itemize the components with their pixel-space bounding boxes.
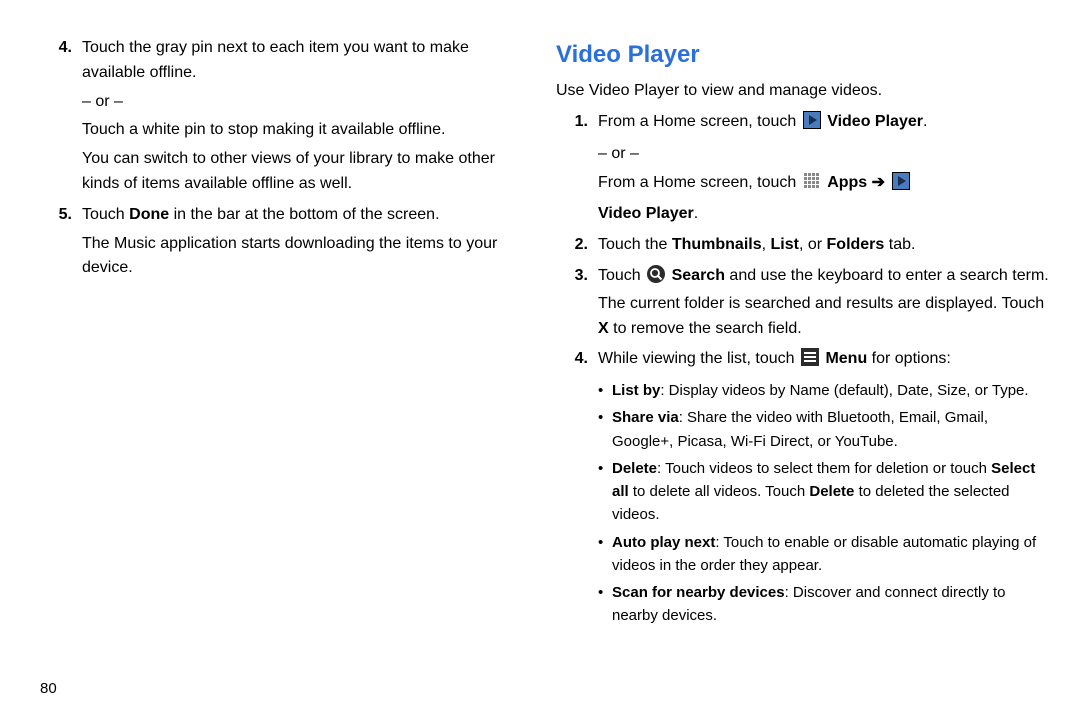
options-bullets: •List by: Display videos by Name (defaul… xyxy=(598,379,1052,628)
step-body: Touch Search and use the keyboard to ent… xyxy=(598,264,1052,345)
step-number: 3. xyxy=(556,264,598,345)
step-body: Touch the gray pin next to each item you… xyxy=(82,36,524,201)
video-player-label: Video Player xyxy=(598,205,694,222)
manual-page: 4. Touch the gray pin next to each item … xyxy=(0,0,1080,720)
right-list: 1. From a Home screen, touch Video Playe… xyxy=(556,110,1052,632)
bullet-label: Scan for nearby devices xyxy=(612,584,785,601)
bullet-label: Delete xyxy=(612,460,657,477)
bullet-text: to delete all videos. Touch xyxy=(629,483,810,500)
step-body: Touch the Thumbnails, List, or Folders t… xyxy=(598,233,1052,262)
text-part: While viewing the list, touch xyxy=(598,350,799,367)
search-label: Search xyxy=(672,267,725,284)
list-label: List xyxy=(771,236,799,253)
or-separator: – or – xyxy=(82,90,524,115)
text-part: to remove the search field. xyxy=(609,320,802,337)
text-part: Touch xyxy=(598,267,645,284)
text-part: , xyxy=(762,236,771,253)
text-part: Touch the xyxy=(598,236,672,253)
text-part: and use the keyboard to enter a search t… xyxy=(598,267,1049,312)
thumbnails-label: Thumbnails xyxy=(672,236,762,253)
x-label: X xyxy=(598,320,609,337)
step-body: Touch Done in the bar at the bottom of t… xyxy=(82,203,524,285)
left-list: 4. Touch the gray pin next to each item … xyxy=(40,36,524,285)
step-number: 1. xyxy=(556,110,598,231)
step-body: From a Home screen, touch Video Player. … xyxy=(598,110,1052,231)
right-item-4: 4. While viewing the list, touch Menu fo… xyxy=(556,347,1052,631)
list-item: •Share via: Share the video with Bluetoo… xyxy=(598,406,1052,453)
bullet-label: List by xyxy=(612,382,660,399)
right-item-2: 2. Touch the Thumbnails, List, or Folder… xyxy=(556,233,1052,262)
video-player-label: Video Player xyxy=(827,113,923,130)
bullet-dot: • xyxy=(598,457,612,527)
list-item: •Delete: Touch videos to select them for… xyxy=(598,457,1052,527)
text-part: . xyxy=(923,113,927,130)
page-number: 80 xyxy=(40,677,57,700)
list-item: •Auto play next: Touch to enable or disa… xyxy=(598,531,1052,578)
intro-text: Use Video Player to view and manage vide… xyxy=(556,79,1052,104)
text: From a Home screen, touch Video Player. xyxy=(598,110,1052,138)
text-part: for options: xyxy=(867,350,951,367)
list-item: •Scan for nearby devices: Discover and c… xyxy=(598,581,1052,628)
left-item-4: 4. Touch the gray pin next to each item … xyxy=(40,36,524,201)
section-heading: Video Player xyxy=(556,36,1052,73)
bullet-dot: • xyxy=(598,406,612,453)
left-item-5: 5. Touch Done in the bar at the bottom o… xyxy=(40,203,524,285)
video-player-icon xyxy=(892,172,910,199)
apps-icon xyxy=(803,172,821,199)
text: While viewing the list, touch Menu for o… xyxy=(598,347,1052,375)
step-number: 4. xyxy=(556,347,598,631)
step-body: While viewing the list, touch Menu for o… xyxy=(598,347,1052,631)
text: Touch Search and use the keyboard to ent… xyxy=(598,264,1052,341)
video-player-icon xyxy=(803,111,821,138)
bullet-text: : Touch videos to select them for deleti… xyxy=(657,460,991,477)
bullet-label: Delete xyxy=(809,483,854,500)
right-item-3: 3. Touch Search and use the keyboard to … xyxy=(556,264,1052,345)
text: You can switch to other views of your li… xyxy=(82,147,524,197)
step-number: 4. xyxy=(40,36,82,201)
folders-label: Folders xyxy=(827,236,885,253)
done-label: Done xyxy=(129,206,169,223)
right-column: Video Player Use Video Player to view an… xyxy=(546,36,1052,700)
text-part: in the bar at the bottom of the screen. xyxy=(169,206,439,223)
left-column: 4. Touch the gray pin next to each item … xyxy=(40,36,546,700)
text-part: tab. xyxy=(884,236,915,253)
list-item: •List by: Display videos by Name (defaul… xyxy=(598,379,1052,402)
arrow-icon: ➔ xyxy=(867,174,889,191)
text: Touch the Thumbnails, List, or Folders t… xyxy=(598,233,1052,258)
bullet-text: : Display videos by Name (default), Date… xyxy=(660,382,1028,399)
bullet-dot: • xyxy=(598,581,612,628)
step-number: 5. xyxy=(40,203,82,285)
step-number: 2. xyxy=(556,233,598,262)
bullet-dot: • xyxy=(598,531,612,578)
text: Touch a white pin to stop making it avai… xyxy=(82,118,524,143)
text-part: Touch xyxy=(82,206,129,223)
text: From a Home screen, touch Apps ➔ xyxy=(598,171,1052,199)
right-item-1: 1. From a Home screen, touch Video Playe… xyxy=(556,110,1052,231)
text: Touch Done in the bar at the bottom of t… xyxy=(82,203,524,228)
text-part: . xyxy=(694,205,698,222)
text-part: From a Home screen, touch xyxy=(598,174,801,191)
text: Video Player. xyxy=(598,202,1052,227)
menu-label: Menu xyxy=(825,350,867,367)
text-part: From a Home screen, touch xyxy=(598,113,801,130)
bullet-dot: • xyxy=(598,379,612,402)
apps-label: Apps xyxy=(827,174,867,191)
bullet-label: Share via xyxy=(612,409,679,426)
text: Touch the gray pin next to each item you… xyxy=(82,36,524,86)
or-separator: – or – xyxy=(598,142,1052,167)
search-icon xyxy=(647,265,665,292)
text-part: , or xyxy=(799,236,827,253)
text: The Music application starts downloading… xyxy=(82,232,524,282)
menu-icon xyxy=(801,348,819,375)
bullet-label: Auto play next xyxy=(612,534,715,551)
